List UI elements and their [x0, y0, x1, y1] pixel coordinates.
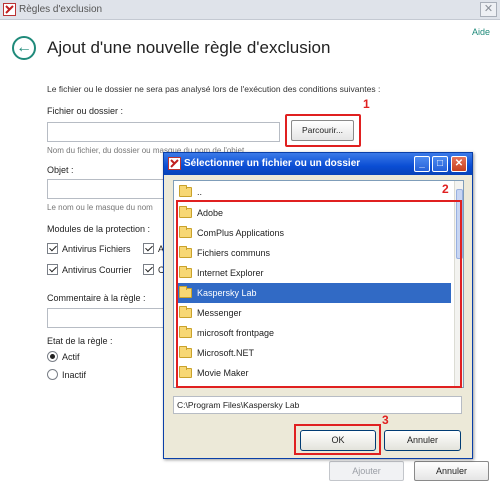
module-checkbox-partial-c[interactable]: C — [143, 264, 165, 275]
radio-label: Inactif — [62, 369, 87, 380]
radio-unselected[interactable] — [47, 369, 58, 380]
radio-label: Actif — [62, 351, 80, 362]
kaspersky-app-icon — [168, 157, 181, 170]
checkbox-checked[interactable] — [47, 264, 58, 275]
state-radio-inactive[interactable]: Inactif — [47, 369, 86, 380]
maximize-button[interactable]: □ — [432, 156, 448, 172]
module-label: Antivirus Fichiers — [62, 243, 131, 254]
step-marker-3: 3 — [382, 413, 389, 427]
folder-icon — [179, 185, 192, 197]
kaspersky-app-icon — [3, 3, 16, 16]
main-titlebar: Règles d'exclusion ✕ — [0, 0, 500, 20]
list-item[interactable]: .. — [177, 182, 451, 202]
radio-selected[interactable] — [47, 351, 58, 362]
folder-name: .. — [197, 187, 203, 197]
state-label: Etat de la règle : — [47, 336, 113, 346]
file-folder-input[interactable] — [47, 122, 280, 142]
minimize-button[interactable]: _ — [414, 156, 430, 172]
state-radio-active[interactable]: Actif — [47, 351, 80, 362]
comment-label: Commentaire à la règle : — [47, 293, 146, 303]
modules-label: Modules de la protection : — [47, 224, 151, 234]
module-checkbox-partial-a[interactable]: A — [143, 243, 164, 254]
window-close-button[interactable]: ✕ — [480, 2, 497, 17]
module-checkbox-file-antivirus[interactable]: Antivirus Fichiers — [47, 243, 131, 254]
highlight-box-browse — [285, 114, 361, 147]
dialog-title: Sélectionner un fichier ou un dossier — [184, 158, 361, 169]
help-link[interactable]: Aide — [472, 27, 490, 37]
page-title: Ajout d'une nouvelle règle d'exclusion — [47, 38, 331, 57]
path-input[interactable]: C:\Program Files\Kaspersky Lab — [173, 396, 462, 414]
dialog-close-button[interactable]: ✕ — [451, 156, 467, 172]
cancel-button[interactable]: Annuler — [414, 461, 489, 481]
file-folder-label: Fichier ou dossier : — [47, 106, 124, 116]
object-label: Objet : — [47, 165, 74, 175]
dialog-cancel-button[interactable]: Annuler — [384, 430, 461, 451]
checkbox-checked[interactable] — [143, 243, 154, 254]
intro-text: Le fichier ou le dossier ne sera pas ana… — [47, 84, 381, 94]
checkbox-checked[interactable] — [143, 264, 154, 275]
dialog-titlebar: Sélectionner un fichier ou un dossier _ … — [164, 153, 472, 175]
step-marker-1: 1 — [363, 97, 370, 111]
module-label: Antivirus Courrier — [62, 264, 132, 275]
module-checkbox-mail-antivirus[interactable]: Antivirus Courrier — [47, 264, 132, 275]
checkbox-checked[interactable] — [47, 243, 58, 254]
back-arrow-icon[interactable]: ← — [12, 36, 36, 60]
highlight-box-ok — [294, 424, 381, 455]
select-folder-dialog: Sélectionner un fichier ou un dossier _ … — [163, 152, 473, 459]
object-hint: Le nom ou le masque du nom — [47, 203, 153, 212]
window-title: Règles d'exclusion — [19, 4, 103, 15]
add-button[interactable]: Ajouter — [329, 461, 404, 481]
step-marker-2: 2 — [442, 182, 449, 196]
highlight-box-list — [176, 200, 462, 388]
